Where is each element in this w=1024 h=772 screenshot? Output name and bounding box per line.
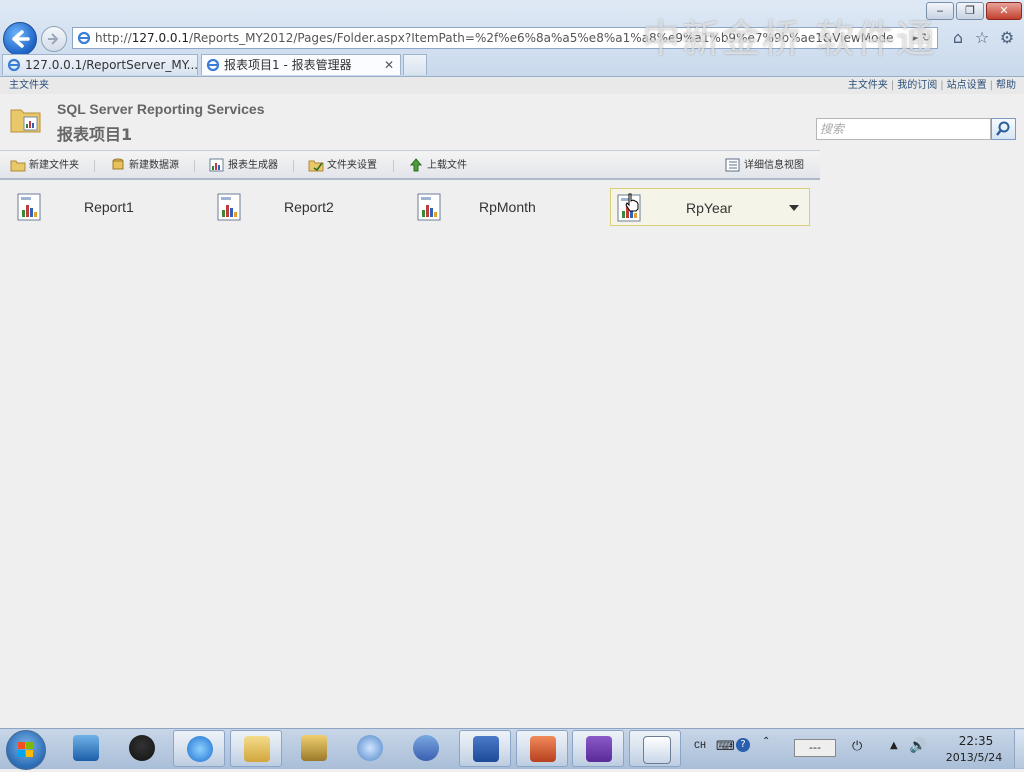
- tab-bar: 127.0.0.1/ReportServer_MY... 报表项目1 - 报表管…: [0, 53, 1024, 76]
- toolbar-divider: [94, 160, 95, 172]
- start-button[interactable]: [6, 730, 46, 770]
- clock-date[interactable]: 2013/5/24: [941, 751, 1007, 764]
- taskbar-app-tools[interactable]: [288, 730, 340, 767]
- home-icon[interactable]: ⌂: [948, 28, 968, 48]
- folder-icon: [10, 109, 41, 133]
- new-folder-button[interactable]: 新建文件夹: [10, 158, 79, 174]
- search-icon: [996, 121, 1010, 136]
- visual-studio-icon: [586, 736, 612, 762]
- arrow-right-icon: [48, 33, 59, 45]
- folder-explorer-icon: [244, 736, 270, 762]
- tab-report-manager[interactable]: 报表项目1 - 报表管理器 ✕: [201, 54, 401, 75]
- upload-arrow-icon: [409, 158, 423, 172]
- page-title: 报表项目1: [57, 125, 133, 144]
- product-name: SQL Server Reporting Services: [57, 101, 265, 117]
- config-tools-icon: [301, 735, 327, 761]
- toolbar-divider: [393, 160, 394, 172]
- details-view-button[interactable]: 详细信息视图: [725, 158, 804, 174]
- powerpoint-icon: [530, 736, 556, 762]
- report-icon: [417, 193, 441, 221]
- folder-toolbar: 新建文件夹 新建数据源 报表生成器 文件夹设置 上载文件 详细信息视图: [0, 150, 820, 180]
- search-input[interactable]: 搜索: [816, 118, 991, 140]
- search-button[interactable]: [991, 118, 1016, 140]
- close-window-button[interactable]: ✕: [986, 2, 1022, 20]
- ie-page-icon: [77, 31, 91, 45]
- arrow-left-icon: [12, 30, 30, 48]
- folder-settings-button[interactable]: 文件夹设置: [308, 158, 377, 174]
- report-item-report1[interactable]: Report1: [11, 188, 209, 226]
- link-home-folder[interactable]: 主文件夹: [848, 80, 888, 91]
- toolbar-divider: [293, 160, 294, 172]
- top-links-bar: 主文件夹 主文件夹 | 我的订阅 | 站点设置 | 帮助: [0, 77, 1024, 94]
- bird-app-icon: [73, 735, 99, 761]
- site-links: 主文件夹 | 我的订阅 | 站点设置 | 帮助: [847, 80, 1016, 91]
- help-icon[interactable]: ?: [736, 738, 750, 752]
- favorites-star-icon[interactable]: ☆: [972, 28, 992, 48]
- windows-logo-icon: [18, 742, 33, 757]
- system-tray: CH ⌨ ? ⌃ --- ⏻ ▲ 🔊 22:35 2013/5/24: [690, 730, 1024, 768]
- show-hidden-icons-icon[interactable]: ▲: [890, 740, 898, 751]
- keyboard-icon[interactable]: ⌨: [716, 739, 735, 754]
- ie-icon: [187, 736, 213, 762]
- show-desktop-button[interactable]: [1014, 730, 1024, 768]
- taskbar-app-ie[interactable]: [173, 730, 225, 767]
- folder-icon: [10, 160, 26, 172]
- taskbar-app-search[interactable]: [344, 730, 396, 767]
- tab-close-icon[interactable]: ✕: [384, 55, 394, 75]
- gear-icon[interactable]: ⚙: [997, 28, 1017, 48]
- input-language-indicator[interactable]: CH: [694, 741, 706, 752]
- report-item-rpmonth[interactable]: RpMonth: [411, 188, 609, 226]
- new-tab-button[interactable]: [403, 54, 427, 75]
- item-menu-dropdown-icon[interactable]: [789, 205, 799, 211]
- report-builder-button[interactable]: 报表生成器: [209, 158, 278, 174]
- magnifier-app-icon: [357, 735, 383, 761]
- taskbar-app-powerpoint[interactable]: [516, 730, 568, 767]
- ie-page-icon: [206, 58, 220, 72]
- report-icon: [217, 193, 241, 221]
- new-datasource-button[interactable]: 新建数据源: [110, 158, 179, 174]
- tab-report-server[interactable]: 127.0.0.1/ReportServer_MY...: [2, 54, 198, 75]
- folder-settings-icon: [308, 160, 324, 172]
- maximize-button[interactable]: ❐: [956, 2, 984, 20]
- tray-status-field[interactable]: ---: [794, 739, 836, 757]
- taskbar-app-report-builder[interactable]: [629, 730, 681, 767]
- report-item-report2[interactable]: Report2: [211, 188, 409, 226]
- minimize-button[interactable]: ‒: [926, 2, 954, 20]
- report-name[interactable]: Report1: [84, 199, 134, 215]
- upload-file-button[interactable]: 上载文件: [408, 158, 467, 174]
- ie-page-icon: [7, 58, 21, 72]
- report-name[interactable]: RpYear: [686, 200, 732, 216]
- link-help[interactable]: 帮助: [996, 80, 1016, 91]
- back-button[interactable]: [3, 22, 37, 56]
- ime-settings-icon[interactable]: ⌃: [762, 736, 770, 747]
- toolbar-divider: [194, 160, 195, 172]
- forward-button[interactable]: [41, 26, 67, 52]
- volume-icon[interactable]: 🔊: [909, 738, 926, 754]
- report-icon: [17, 193, 41, 221]
- report-builder-icon: [209, 158, 224, 172]
- taskbar-app-visual-studio[interactable]: [572, 730, 624, 767]
- taskbar-app-explorer[interactable]: [230, 730, 282, 767]
- power-plug-icon[interactable]: ⏻: [852, 739, 862, 754]
- link-site-settings[interactable]: 站点设置: [947, 80, 987, 91]
- details-view-icon: [725, 158, 740, 172]
- taskbar-app-word[interactable]: [459, 730, 511, 767]
- link-my-subscriptions[interactable]: 我的订阅: [897, 80, 937, 91]
- report-name[interactable]: Report2: [284, 199, 334, 215]
- datasource-icon: [112, 158, 124, 170]
- clock-time[interactable]: 22:35: [954, 734, 998, 748]
- taskbar-app-bird[interactable]: [60, 730, 112, 767]
- word-icon: [473, 736, 499, 762]
- hand-cursor-icon: [625, 193, 639, 212]
- infinity-icon: [413, 735, 439, 761]
- taskbar-app-qq[interactable]: [116, 730, 168, 767]
- taskbar-app-infinity[interactable]: [400, 730, 452, 767]
- qq-penguin-icon: [129, 735, 155, 761]
- breadcrumb-home-link[interactable]: 主文件夹: [9, 77, 49, 94]
- browser-chrome: http://127.0.0.1/Reports_MY2012/Pages/Fo…: [0, 0, 1024, 77]
- report-name[interactable]: RpMonth: [479, 199, 536, 215]
- report-builder-app-icon: [643, 736, 671, 764]
